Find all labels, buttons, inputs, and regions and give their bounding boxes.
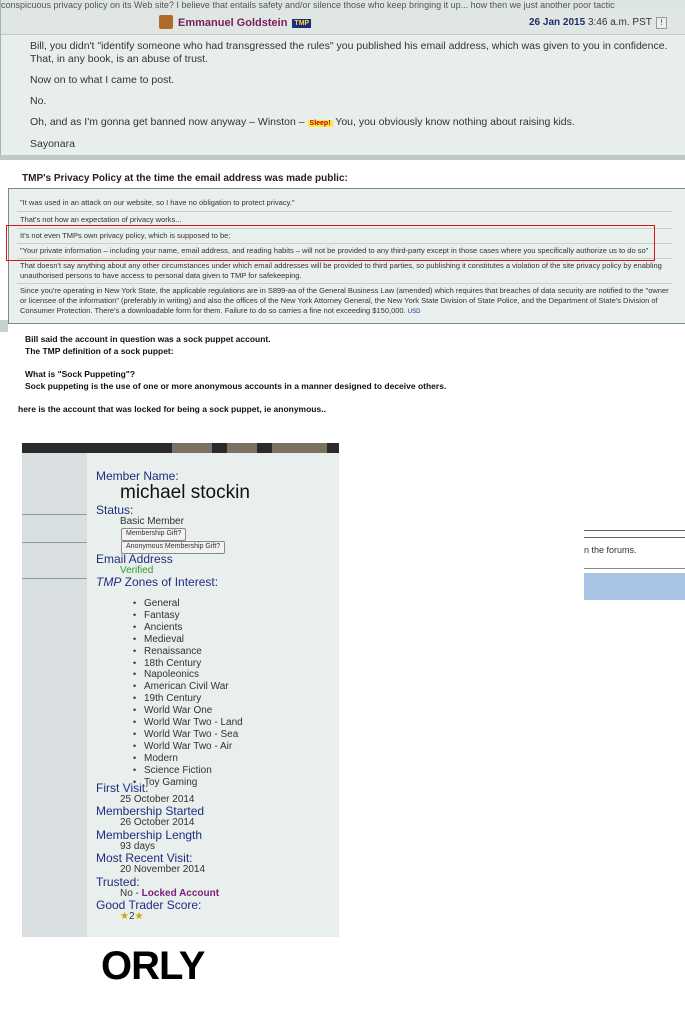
post-divider — [0, 155, 685, 160]
star-icon: ★ — [134, 911, 144, 922]
usd-label: USD — [407, 309, 421, 315]
zone-item: Ancients — [133, 622, 243, 634]
member-name-label: Member Name: — [96, 469, 179, 483]
note-line: What is "Sock Puppeting"? — [25, 369, 136, 379]
zone-item: Modern — [133, 753, 243, 765]
trader-score-label: Good Trader Score: — [96, 898, 202, 912]
blue-bar — [584, 573, 685, 600]
note-line: The TMP definition of a sock puppet: — [25, 346, 174, 356]
tmp-badge: TMP — [292, 19, 312, 28]
divider — [22, 578, 87, 579]
divider — [584, 568, 685, 569]
quote-line: "It was used in an attack on our website… — [20, 198, 295, 207]
orly-caption: ORLY — [101, 944, 205, 988]
status-label: Status: — [96, 503, 134, 517]
zone-item: 19th Century — [133, 693, 243, 705]
membership-length-label: Membership Length — [96, 828, 203, 842]
trader-score: ★2★ — [120, 911, 144, 922]
membership-started-label: Membership Started — [96, 804, 205, 818]
note-line: here is the account that was locked for … — [18, 404, 326, 414]
zone-item: World War Two - Land — [133, 717, 243, 729]
zone-item: 18th Century — [133, 658, 243, 670]
forum-post: conspicuous privacy policy on its Web si… — [0, 0, 685, 158]
trusted-label: Trusted: — [96, 875, 140, 889]
email-label: Email Address — [96, 552, 173, 566]
profile-side-column — [22, 453, 87, 937]
zone-item: Fantasy — [133, 610, 243, 622]
post-paragraph: No. — [30, 95, 47, 107]
zone-item: American Civil War — [133, 681, 243, 693]
post-date-bold: 26 Jan 2015 — [529, 17, 586, 28]
author-name[interactable]: Emmanuel Goldstein — [178, 17, 287, 29]
post-paragraph: Now on to what I came to post. — [30, 74, 175, 86]
zones-label: TMP Zones of Interest: — [96, 575, 218, 589]
recent-visit-label: Most Recent Visit: — [96, 851, 193, 865]
zone-item: Science Fiction — [133, 765, 243, 777]
first-visit-label: First Visit: — [96, 781, 149, 795]
zone-item: General — [133, 598, 243, 610]
banner-decoration — [272, 443, 327, 453]
note-line: Bill said the account in question was a … — [25, 334, 271, 344]
post-author[interactable]: Emmanuel Goldstein TMP — [159, 15, 312, 29]
divider — [22, 514, 87, 515]
quote-line: Since you're operating in New York State… — [20, 286, 675, 317]
zone-item: World War Two - Air — [133, 741, 243, 753]
zones-label-rest: Zones of Interest: — [121, 575, 219, 589]
post-text: You, you obviously know nothing about ra… — [335, 116, 575, 128]
quote-line: That doesn't say anything about any othe… — [20, 261, 662, 280]
post-date: 26 Jan 2015 3:46 a.m. PST! — [529, 17, 667, 29]
policy-heading: TMP's Privacy Policy at the time the ema… — [22, 173, 348, 184]
divider — [22, 542, 87, 543]
highlight-box — [6, 225, 655, 261]
banner-decoration — [172, 443, 212, 453]
post-paragraph: Bill, you didn't "identify someone who h… — [30, 40, 668, 65]
zone-item: Renaissance — [133, 646, 243, 658]
membership-gift-button[interactable]: Membership Gift? — [121, 528, 187, 541]
post-body: Bill, you didn't "identify someone who h… — [30, 40, 670, 159]
note-line: Sock puppeting is the use of one or more… — [25, 381, 447, 391]
report-flag-icon[interactable]: ! — [655, 17, 667, 29]
zones-list: GeneralFantasyAncientsMedievalRenaissanc… — [133, 598, 243, 789]
sleep-smiley-icon: Sleep! — [307, 120, 333, 127]
recent-visit-value: 20 November 2014 — [120, 864, 206, 875]
post-header: Emmanuel Goldstein TMP 26 Jan 2015 3:46 a… — [1, 10, 685, 35]
zone-item: World War Two - Sea — [133, 729, 243, 741]
profile-banner — [22, 443, 339, 453]
post-text: Oh, and as I'm gonna get banned now anyw… — [30, 116, 305, 128]
star-icon: ★ — [120, 911, 129, 922]
zone-item: Medieval — [133, 634, 243, 646]
divider — [17, 283, 672, 284]
post-paragraph: Sayonara — [30, 138, 75, 150]
zone-item: World War One — [133, 705, 243, 717]
left-edge-bar — [0, 320, 8, 332]
zones-label-italic: TMP — [96, 575, 122, 589]
divider — [584, 537, 685, 538]
post-date-time: 3:46 a.m. PST — [587, 17, 652, 28]
post-paragraph: Oh, and as I'm gonna get banned now anyw… — [30, 116, 670, 130]
divider — [17, 211, 672, 212]
quote-text: Since you're operating in New York State… — [20, 286, 669, 315]
quote-line: That's not how an expectation of privacy… — [20, 215, 182, 224]
author-avatar-icon — [159, 15, 173, 29]
banner-decoration — [227, 443, 257, 453]
forum-text: n the forums. — [584, 545, 637, 555]
member-name: michael stockin — [120, 482, 250, 503]
divider — [584, 530, 685, 531]
forum-sidebar-fragment: n the forums. — [584, 530, 685, 602]
zone-item: Toy Gaming — [133, 777, 243, 789]
zone-item: Napoleonics — [133, 669, 243, 681]
membership-started-value: 26 October 2014 — [120, 817, 195, 828]
status-value: Basic Member — [120, 516, 184, 527]
